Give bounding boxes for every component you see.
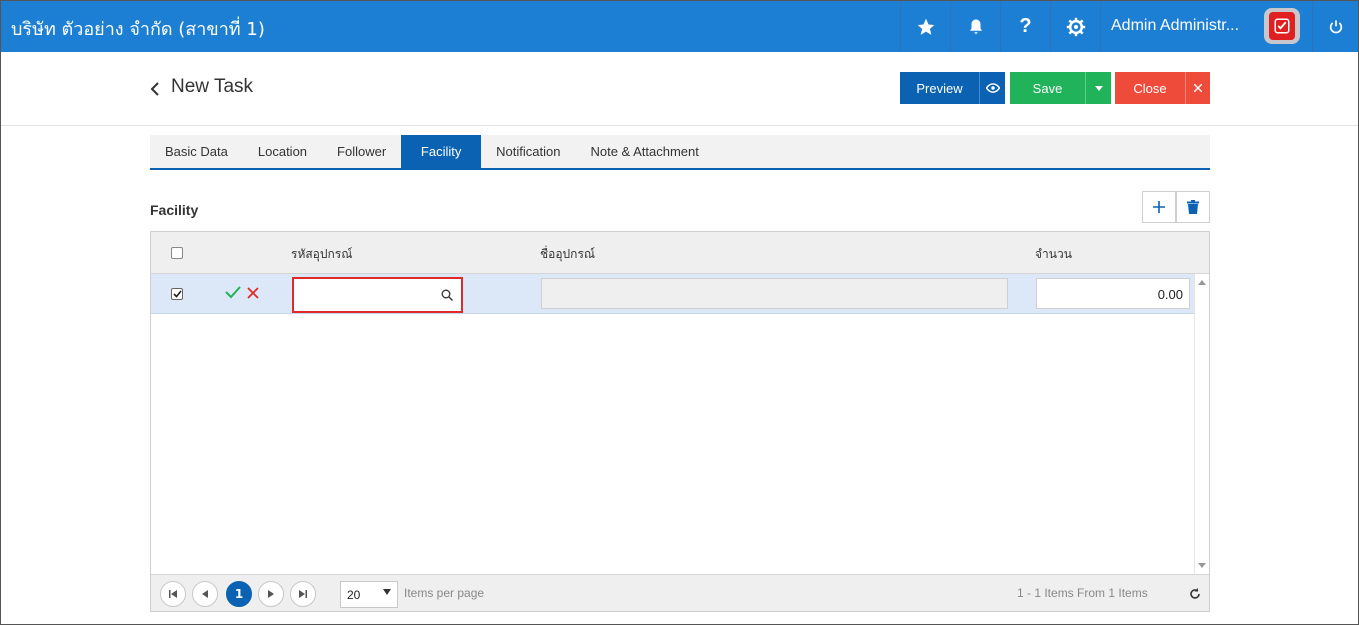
company-name: บริษัท ตัวอย่าง จำกัด (สาขาที่ 1) bbox=[11, 19, 265, 40]
preview-button[interactable]: Preview bbox=[900, 72, 979, 104]
row-checkbox[interactable] bbox=[171, 288, 183, 300]
scroll-up-icon[interactable] bbox=[1198, 280, 1206, 285]
prev-page-icon bbox=[202, 590, 208, 598]
last-page-icon bbox=[299, 590, 307, 598]
next-page-button[interactable] bbox=[258, 581, 284, 607]
cancel-row-button[interactable] bbox=[247, 284, 259, 303]
grid-header: รหัสอุปกรณ์ ชื่ออุปกรณ์ จำนวน bbox=[151, 232, 1209, 274]
refresh-icon bbox=[1190, 588, 1200, 599]
caret-down-icon bbox=[1094, 85, 1103, 91]
vertical-scrollbar[interactable] bbox=[1194, 274, 1209, 574]
close-icon bbox=[1194, 84, 1202, 92]
scroll-down-icon[interactable] bbox=[1198, 563, 1206, 568]
gear-icon bbox=[1066, 17, 1085, 36]
facility-code-input[interactable] bbox=[292, 277, 463, 313]
table-row[interactable]: 0.00 bbox=[151, 274, 1209, 314]
tab-bar: Basic Data Location Follower Facility No… bbox=[150, 135, 1210, 170]
column-header-quantity[interactable]: จำนวน bbox=[1035, 245, 1072, 264]
close-x-button[interactable] bbox=[1185, 72, 1210, 104]
user-menu[interactable]: Admin Administr... bbox=[1100, 1, 1310, 52]
trash-icon bbox=[1187, 200, 1199, 214]
confirm-row-button[interactable] bbox=[225, 284, 241, 303]
favorite-button[interactable] bbox=[900, 1, 950, 52]
page-title: New Task bbox=[171, 76, 254, 97]
logout-button[interactable] bbox=[1312, 1, 1358, 52]
tab-notification[interactable]: Notification bbox=[481, 135, 575, 168]
column-header-name[interactable]: ชื่ออุปกรณ์ bbox=[540, 245, 595, 264]
tab-location[interactable]: Location bbox=[243, 135, 322, 168]
pager: 1 20 Items per page 1 - 1 Items From 1 I… bbox=[151, 574, 1209, 611]
preview-eye-button[interactable] bbox=[979, 72, 1005, 104]
checkmark-icon bbox=[225, 286, 241, 299]
check-icon bbox=[172, 290, 182, 298]
next-page-icon bbox=[268, 590, 274, 598]
avatar[interactable] bbox=[1264, 8, 1300, 44]
close-icon bbox=[247, 287, 259, 299]
page-header: New Task Preview Save Close bbox=[1, 52, 1358, 126]
facility-grid: รหัสอุปกรณ์ ชื่ออุปกรณ์ จำนวน 0.00 1 20 … bbox=[150, 231, 1210, 612]
prev-page-button[interactable] bbox=[192, 581, 218, 607]
tab-facility[interactable]: Facility bbox=[401, 135, 482, 168]
add-row-button[interactable] bbox=[1142, 191, 1176, 223]
help-icon: ? bbox=[1019, 15, 1032, 37]
notification-button[interactable] bbox=[950, 1, 1000, 52]
first-page-button[interactable] bbox=[160, 581, 186, 607]
tab-follower[interactable]: Follower bbox=[322, 135, 401, 168]
help-button[interactable]: ? bbox=[1000, 1, 1050, 52]
page-number-button[interactable]: 1 bbox=[226, 581, 252, 607]
delete-row-button[interactable] bbox=[1176, 191, 1210, 223]
page-size-value: 20 bbox=[347, 588, 361, 602]
chevron-left-icon bbox=[150, 82, 159, 96]
first-page-icon bbox=[169, 590, 177, 598]
last-page-button[interactable] bbox=[290, 581, 316, 607]
shield-check-icon bbox=[1269, 12, 1295, 40]
save-dropdown-button[interactable] bbox=[1085, 72, 1111, 104]
top-bar: บริษัท ตัวอย่าง จำกัด (สาขาที่ 1) ? Admi… bbox=[1, 1, 1358, 52]
power-icon bbox=[1329, 19, 1342, 33]
tab-basic-data[interactable]: Basic Data bbox=[150, 135, 243, 168]
back-button[interactable] bbox=[149, 80, 161, 101]
plus-icon bbox=[1153, 201, 1165, 213]
section-title: Facility bbox=[150, 202, 199, 218]
pager-summary: 1 - 1 Items From 1 Items bbox=[1017, 586, 1148, 600]
star-icon bbox=[917, 18, 934, 35]
select-all-checkbox[interactable] bbox=[171, 247, 183, 259]
eye-icon bbox=[985, 83, 1000, 93]
tab-note-attachment[interactable]: Note & Attachment bbox=[575, 135, 713, 168]
save-button[interactable]: Save bbox=[1010, 72, 1085, 104]
bell-icon bbox=[969, 19, 982, 34]
chevron-down-icon bbox=[383, 589, 391, 595]
user-name: Admin Administr... bbox=[1111, 17, 1240, 34]
page-size-select[interactable]: 20 bbox=[340, 581, 398, 608]
settings-button[interactable] bbox=[1050, 1, 1100, 52]
refresh-button[interactable] bbox=[1183, 581, 1207, 607]
close-button[interactable]: Close bbox=[1115, 72, 1185, 104]
search-icon[interactable] bbox=[441, 289, 453, 301]
quantity-field[interactable]: 0.00 bbox=[1036, 278, 1190, 309]
items-per-page-label: Items per page bbox=[404, 586, 485, 600]
column-header-code[interactable]: รหัสอุปกรณ์ bbox=[291, 245, 352, 264]
facility-name-field bbox=[541, 278, 1008, 309]
